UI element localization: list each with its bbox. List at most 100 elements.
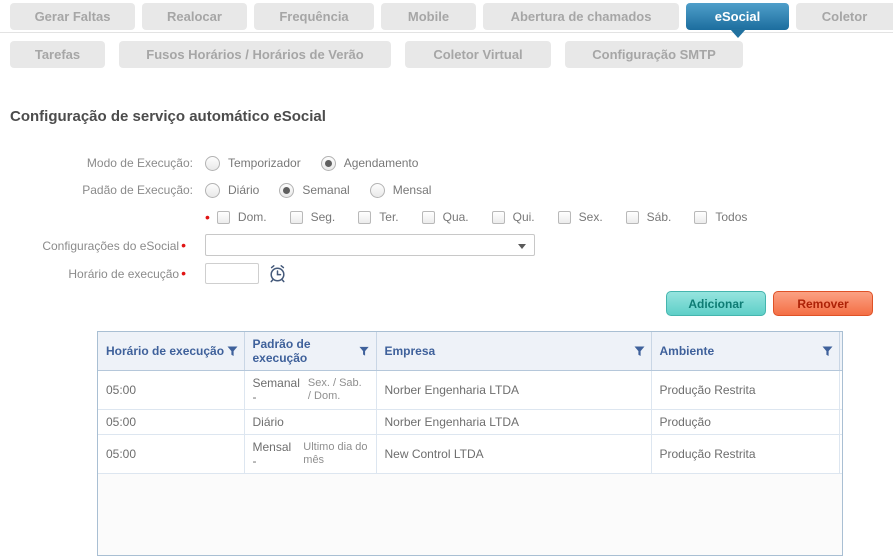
cell-empresa: Norber Engenharia LTDA	[376, 371, 651, 410]
radio-temporizador-label[interactable]: Temporizador	[228, 156, 301, 170]
config-esocial-label: Configurações do eSocial•	[10, 238, 205, 253]
checkbox-qua-label[interactable]: Qua.	[443, 210, 469, 224]
checkbox-ter-label[interactable]: Ter.	[379, 210, 398, 224]
tab-abertura-de-chamados[interactable]: Abertura de chamados	[483, 3, 679, 30]
radio-mensal[interactable]	[370, 183, 385, 198]
padrao-detail: Sex. / Sab. / Dom.	[308, 377, 368, 402]
checkbox-dom[interactable]	[217, 211, 230, 224]
funnel-icon[interactable]	[822, 346, 833, 357]
tab-realocar[interactable]: Realocar	[142, 3, 247, 30]
checkbox-seg-label[interactable]: Seg.	[311, 210, 336, 224]
funnel-icon[interactable]	[359, 346, 369, 357]
col-header-empresa[interactable]: Empresa	[376, 332, 651, 371]
checkbox-qui[interactable]	[492, 211, 505, 224]
checkbox-qua[interactable]	[422, 211, 435, 224]
col-header-horario[interactable]: Horário de execução	[98, 332, 244, 371]
checkbox-todos[interactable]	[694, 211, 707, 224]
tab-esocial-label: eSocial	[715, 9, 761, 24]
col-header-empresa-label: Empresa	[385, 344, 436, 358]
checkbox-sex-label[interactable]: Sex.	[579, 210, 603, 224]
tab-coletor[interactable]: Coletor	[796, 3, 893, 30]
checkbox-sab[interactable]	[626, 211, 639, 224]
cell-horario: 05:00	[98, 410, 244, 435]
col-header-filler	[839, 332, 842, 371]
padrao-main: Mensal -	[253, 440, 298, 468]
tab-gerar-faltas[interactable]: Gerar Faltas	[10, 3, 135, 30]
checkbox-seg[interactable]	[290, 211, 303, 224]
checkbox-sab-label[interactable]: Sáb.	[647, 210, 672, 224]
page-title: Configuração de serviço automático eSoci…	[10, 108, 883, 125]
checkbox-sex[interactable]	[558, 211, 571, 224]
main-tabbar: Gerar Faltas Realocar Frequência Mobile …	[0, 0, 893, 30]
tab-configuracao-smtp[interactable]: Configuração SMTP	[565, 41, 743, 68]
required-marker: •	[205, 210, 210, 224]
radio-diario[interactable]	[205, 183, 220, 198]
radio-agendamento-label[interactable]: Agendamento	[344, 156, 419, 170]
col-header-padrao[interactable]: Padrão de execução	[244, 332, 376, 371]
table-header-row: Horário de execução Padrão de execução E…	[98, 332, 842, 371]
funnel-icon[interactable]	[227, 346, 238, 357]
horario-execucao-label: Horário de execução•	[10, 266, 205, 281]
week-days-row: • Dom. Seg. Ter. Qua. Qui. Sex. Sáb. Tod…	[10, 207, 883, 227]
cell-filler	[839, 371, 842, 410]
cell-empresa: New Control LTDA	[376, 435, 651, 474]
cell-padrao: Diário	[244, 410, 376, 435]
cell-horario: 05:00	[98, 371, 244, 410]
checkbox-qui-label[interactable]: Qui.	[513, 210, 535, 224]
remover-button[interactable]: Remover	[773, 291, 873, 316]
adicionar-button[interactable]: Adicionar	[666, 291, 766, 316]
secondary-tabbar: Tarefas Fusos Horários / Horários de Ver…	[0, 41, 893, 68]
main-content: Configuração de serviço automático eSoci…	[0, 108, 893, 556]
horario-execucao-row: Horário de execução•	[10, 263, 883, 284]
radio-semanal-label[interactable]: Semanal	[302, 183, 349, 197]
active-tab-pointer-icon	[730, 29, 746, 38]
modo-execucao-label: Modo de Execução:	[10, 156, 205, 170]
table-row[interactable]: 05:00 Mensal - Ultimo dia do mês New Con…	[98, 435, 842, 474]
radio-agendamento[interactable]	[321, 156, 336, 171]
radio-mensal-label[interactable]: Mensal	[393, 183, 432, 197]
checkbox-todos-label[interactable]: Todos	[715, 210, 747, 224]
tab-fusos-horarios[interactable]: Fusos Horários / Horários de Verão	[119, 41, 391, 68]
padrao-detail: Ultimo dia do mês	[303, 441, 367, 466]
table-row[interactable]: 05:00 Diário Norber Engenharia LTDA Prod…	[98, 410, 842, 435]
schedules-table: Horário de execução Padrão de execução E…	[97, 331, 843, 556]
required-marker: •	[181, 265, 186, 281]
tab-mobile[interactable]: Mobile	[381, 3, 476, 30]
cell-ambiente: Produção	[651, 410, 839, 435]
table-row[interactable]: 05:00 Semanal - Sex. / Sab. / Dom. Norbe…	[98, 371, 842, 410]
tab-esocial[interactable]: eSocial	[686, 3, 789, 30]
cell-horario: 05:00	[98, 435, 244, 474]
radio-semanal[interactable]	[279, 183, 294, 198]
cell-filler	[839, 410, 842, 435]
padrao-main: Semanal -	[253, 376, 302, 404]
radio-diario-label[interactable]: Diário	[228, 183, 259, 197]
horario-execucao-input[interactable]	[205, 263, 259, 284]
checkbox-dom-label[interactable]: Dom.	[238, 210, 267, 224]
horario-execucao-label-text: Horário de execução	[68, 267, 179, 281]
funnel-icon[interactable]	[634, 346, 645, 357]
tabbar-divider	[0, 32, 893, 33]
table-actions: Adicionar Remover	[10, 291, 883, 316]
modo-execucao-row: Modo de Execução: Temporizador Agendamen…	[10, 153, 883, 173]
required-marker: •	[181, 237, 186, 253]
alarm-clock-icon[interactable]	[267, 263, 288, 284]
padrao-execucao-row: Padão de Execução: Diário Semanal Mensal	[10, 180, 883, 200]
checkbox-ter[interactable]	[358, 211, 371, 224]
tab-frequencia[interactable]: Frequência	[254, 3, 374, 30]
chevron-down-icon	[518, 244, 526, 249]
padrao-execucao-label: Padão de Execução:	[10, 183, 205, 197]
col-header-padrao-label: Padrão de execução	[253, 337, 360, 365]
tab-coletor-virtual[interactable]: Coletor Virtual	[405, 41, 551, 68]
cell-filler	[839, 435, 842, 474]
tab-tarefas[interactable]: Tarefas	[10, 41, 105, 68]
cell-empresa: Norber Engenharia LTDA	[376, 410, 651, 435]
col-header-horario-label: Horário de execução	[106, 344, 224, 358]
config-esocial-select[interactable]	[205, 234, 535, 256]
cell-ambiente: Produção Restrita	[651, 371, 839, 410]
config-esocial-label-text: Configurações do eSocial	[42, 239, 179, 253]
col-header-ambiente-label: Ambiente	[660, 344, 715, 358]
cell-padrao: Semanal - Sex. / Sab. / Dom.	[244, 371, 376, 410]
col-header-ambiente[interactable]: Ambiente	[651, 332, 839, 371]
radio-temporizador[interactable]	[205, 156, 220, 171]
padrao-main: Diário	[253, 415, 284, 429]
